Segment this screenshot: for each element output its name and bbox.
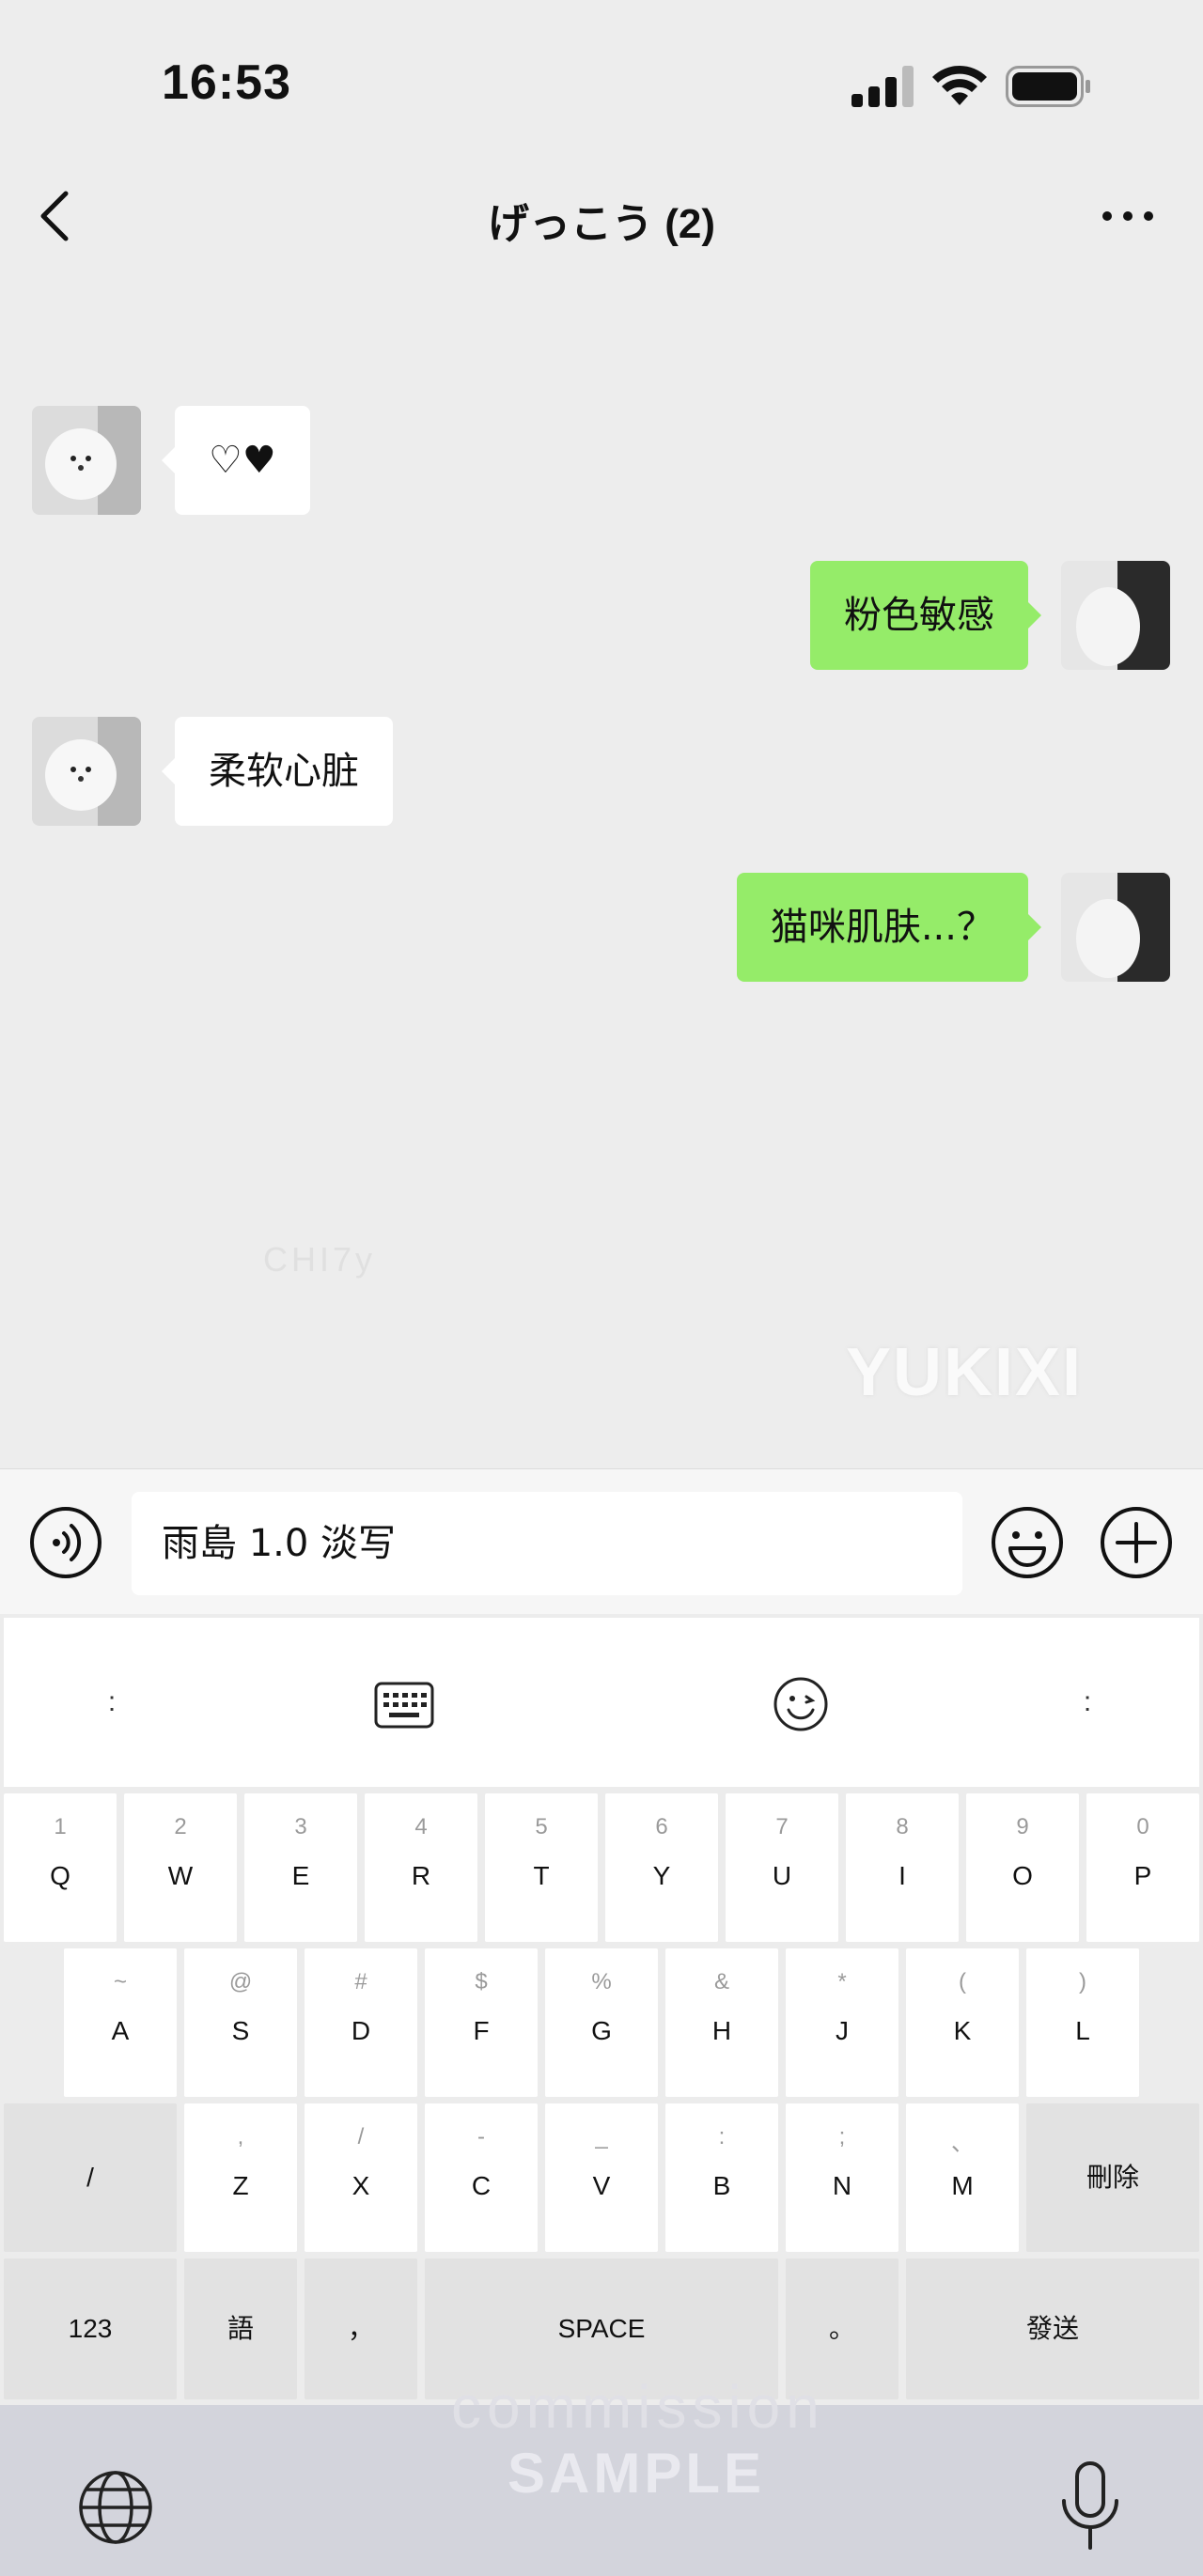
keyboard-toolbar: : : — [4, 1618, 1199, 1787]
voice-input-icon[interactable] — [28, 1505, 103, 1580]
avatar-self[interactable] — [1061, 873, 1170, 982]
key-v[interactable]: _ V — [545, 2103, 658, 2252]
key-l[interactable]: ) L — [1026, 1948, 1139, 2097]
battery-icon — [1006, 66, 1090, 107]
key-slash[interactable]: / — [4, 2103, 177, 2252]
message-bubble-outgoing[interactable]: 猫咪肌肤...？ — [736, 873, 1042, 982]
send-key[interactable]: 發送 — [906, 2258, 1199, 2399]
chat-header: げっこう (2) — [0, 169, 1203, 263]
key-h[interactable]: & H — [665, 1948, 778, 2097]
cellular-signal-icon — [851, 66, 914, 107]
key-r[interactable]: 4R — [365, 1793, 477, 1942]
emoji-keyboard-icon[interactable] — [773, 1676, 829, 1732]
message-row: 粉色敏感 — [0, 561, 1203, 674]
comma-key[interactable]: ， — [305, 2258, 417, 2399]
key-e[interactable]: 3E — [244, 1793, 357, 1942]
toolbar-right-item[interactable]: : — [1055, 1618, 1120, 1787]
more-options-icon[interactable] — [1100, 207, 1156, 225]
language-key[interactable]: 語 — [184, 2258, 297, 2399]
key-n[interactable]: ; N — [786, 2103, 898, 2252]
key-z[interactable]: ,Z — [184, 2103, 297, 2252]
wifi-icon — [932, 65, 987, 105]
key-p[interactable]: 0P — [1086, 1793, 1199, 1942]
avatar-dog[interactable] — [32, 406, 141, 515]
key-b[interactable]: :B — [665, 2103, 778, 2252]
emoji-icon[interactable] — [990, 1505, 1065, 1580]
key-o[interactable]: 9O — [966, 1793, 1079, 1942]
message-input[interactable]: 雨島 1.0 淡写 — [132, 1492, 962, 1595]
watermark-logo: YUKIXI — [846, 1335, 1084, 1410]
key-y[interactable]: 6Y — [605, 1793, 718, 1942]
message-row: ♡♥ — [0, 406, 1203, 519]
message-input-bar: 雨島 1.0 淡写 — [0, 1468, 1203, 1614]
key-w[interactable]: 2W — [124, 1793, 237, 1942]
key-m[interactable]: 、 M — [906, 2103, 1019, 2252]
key-j[interactable]: * J — [786, 1948, 898, 2097]
key-a[interactable]: ~ A — [64, 1948, 177, 2097]
numbers-key[interactable]: 123 — [4, 2258, 177, 2399]
chat-title: げっこう (2) — [488, 201, 715, 247]
key-q[interactable]: 1Q — [4, 1793, 117, 1942]
key-s[interactable]: @ S — [184, 1948, 297, 2097]
key-x[interactable]: / X — [305, 2103, 417, 2252]
message-bubble-incoming[interactable]: ♡♥ — [162, 406, 310, 515]
key-i[interactable]: 8I — [846, 1793, 959, 1942]
delete-key[interactable]: 刪除 — [1026, 2103, 1199, 2252]
message-bubble-outgoing[interactable]: 粉色敏感 — [810, 561, 1041, 670]
clock: 16:53 — [162, 55, 291, 110]
avatar-self[interactable] — [1061, 561, 1170, 670]
globe-icon[interactable] — [77, 2469, 154, 2546]
toolbar-left-item[interactable]: : — [79, 1618, 145, 1787]
microphone-icon[interactable] — [1053, 2460, 1128, 2553]
watermark-commission: commission — [451, 2373, 825, 2441]
avatar-dog[interactable] — [32, 717, 141, 826]
key-c[interactable]: -C — [425, 2103, 538, 2252]
message-bubble-incoming[interactable]: 柔软心脏 — [162, 717, 393, 826]
keyboard-icon[interactable] — [374, 1682, 434, 1729]
key-d[interactable]: # D — [305, 1948, 417, 2097]
message-row: 猫咪肌肤...？ — [0, 873, 1203, 985]
keyboard: : : 1Q 2W 3E 4R 5T 6Y 7U 8I 9O 0P ~ A @ S … — [0, 1614, 1203, 2576]
key-u[interactable]: 7U — [726, 1793, 838, 1942]
message-row: 柔软心脏 — [0, 717, 1203, 830]
watermark-text: CHI7y — [263, 1240, 377, 1279]
key-k[interactable]: (K — [906, 1948, 1019, 2097]
status-bar: 16:53 — [0, 0, 1203, 141]
key-t[interactable]: 5T — [485, 1793, 598, 1942]
watermark-sample: SAMPLE — [508, 2442, 766, 2505]
key-f[interactable]: $ F — [425, 1948, 538, 2097]
key-g[interactable]: % G — [545, 1948, 658, 2097]
add-attachment-icon[interactable] — [1099, 1505, 1174, 1580]
